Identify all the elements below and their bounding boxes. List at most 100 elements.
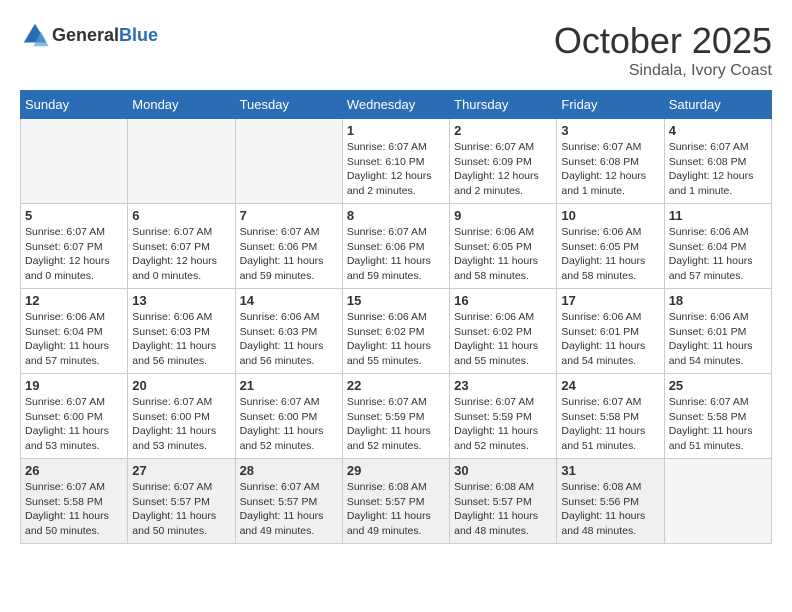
day-number: 5	[25, 208, 123, 223]
day-info: Sunrise: 6:06 AMSunset: 6:01 PMDaylight:…	[669, 310, 767, 369]
day-number: 18	[669, 293, 767, 308]
calendar-day-cell: 9 Sunrise: 6:06 AMSunset: 6:05 PMDaylight…	[450, 204, 557, 289]
calendar-week-row: 5 Sunrise: 6:07 AMSunset: 6:07 PMDaylight…	[21, 204, 772, 289]
calendar-day-cell: 26Sunrise: 6:07 AMSunset: 5:58 PMDayligh…	[21, 459, 128, 544]
calendar-day-cell: 16 Sunrise: 6:06 AMSunset: 6:02 PMDayligh…	[450, 289, 557, 374]
calendar-day-cell: 11 Sunrise: 6:06 AMSunset: 6:04 PMDayligh…	[664, 204, 771, 289]
day-number: 31	[561, 463, 659, 478]
calendar-day-cell	[128, 119, 235, 204]
day-info: Sunrise: 6:07 AMSunset: 6:00 PMDaylight:…	[132, 395, 230, 454]
day-info: Sunrise: 6:07 AMSunset: 6:10 PMDaylight:…	[347, 140, 445, 199]
day-info: Sunrise: 6:08 AMSunset: 5:57 PMDaylight:…	[454, 480, 552, 539]
day-number: 21	[240, 378, 338, 393]
calendar-day-cell: 22Sunrise: 6:07 AMSunset: 5:59 PMDayligh…	[342, 374, 449, 459]
calendar-day-cell: 28Sunrise: 6:07 AMSunset: 5:57 PMDayligh…	[235, 459, 342, 544]
calendar-day-cell: 14 Sunrise: 6:06 AMSunset: 6:03 PMDayligh…	[235, 289, 342, 374]
day-info: Sunrise: 6:06 AMSunset: 6:02 PMDaylight:…	[347, 310, 445, 369]
day-number: 20	[132, 378, 230, 393]
weekday-header: Wednesday	[342, 91, 449, 119]
location-title: Sindala, Ivory Coast	[554, 62, 772, 80]
calendar-day-cell: 8 Sunrise: 6:07 AMSunset: 6:06 PMDaylight…	[342, 204, 449, 289]
logo-general: General	[52, 25, 119, 45]
logo: GeneralBlue	[20, 20, 158, 50]
logo-blue: Blue	[119, 25, 158, 45]
day-info: Sunrise: 6:06 AMSunset: 6:03 PMDaylight:…	[240, 310, 338, 369]
day-number: 12	[25, 293, 123, 308]
calendar-day-cell: 12 Sunrise: 6:06 AMSunset: 6:04 PMDayligh…	[21, 289, 128, 374]
day-info: Sunrise: 6:06 AMSunset: 6:04 PMDaylight:…	[25, 310, 123, 369]
day-number: 8	[347, 208, 445, 223]
day-number: 10	[561, 208, 659, 223]
calendar-day-cell: 30 Sunrise: 6:08 AMSunset: 5:57 PMDayligh…	[450, 459, 557, 544]
calendar-day-cell	[21, 119, 128, 204]
calendar-day-cell	[235, 119, 342, 204]
day-info: Sunrise: 6:06 AMSunset: 6:02 PMDaylight:…	[454, 310, 552, 369]
calendar-table: SundayMondayTuesdayWednesdayThursdayFrid…	[20, 90, 772, 544]
weekday-header-row: SundayMondayTuesdayWednesdayThursdayFrid…	[21, 91, 772, 119]
day-number: 13	[132, 293, 230, 308]
day-number: 14	[240, 293, 338, 308]
month-title: October 2025	[554, 20, 772, 62]
day-number: 1	[347, 123, 445, 138]
day-info: Sunrise: 6:06 AMSunset: 6:04 PMDaylight:…	[669, 225, 767, 284]
calendar-day-cell: 10 Sunrise: 6:06 AMSunset: 6:05 PMDayligh…	[557, 204, 664, 289]
day-number: 27	[132, 463, 230, 478]
calendar-day-cell: 20 Sunrise: 6:07 AMSunset: 6:00 PMDayligh…	[128, 374, 235, 459]
weekday-header: Tuesday	[235, 91, 342, 119]
day-info: Sunrise: 6:06 AMSunset: 6:05 PMDaylight:…	[454, 225, 552, 284]
day-info: Sunrise: 6:08 AMSunset: 5:56 PMDaylight:…	[561, 480, 659, 539]
day-number: 17	[561, 293, 659, 308]
calendar-day-cell: 18 Sunrise: 6:06 AMSunset: 6:01 PMDayligh…	[664, 289, 771, 374]
calendar-day-cell: 31 Sunrise: 6:08 AMSunset: 5:56 PMDayligh…	[557, 459, 664, 544]
weekday-header: Thursday	[450, 91, 557, 119]
calendar-day-cell: 4 Sunrise: 6:07 AMSunset: 6:08 PMDaylight…	[664, 119, 771, 204]
logo-icon	[20, 20, 50, 50]
day-info: Sunrise: 6:07 AMSunset: 6:08 PMDaylight:…	[561, 140, 659, 199]
day-number: 28	[240, 463, 338, 478]
weekday-header: Saturday	[664, 91, 771, 119]
day-number: 16	[454, 293, 552, 308]
day-number: 30	[454, 463, 552, 478]
day-info: Sunrise: 6:07 AMSunset: 5:59 PMDaylight:…	[347, 395, 445, 454]
day-number: 23	[454, 378, 552, 393]
day-info: Sunrise: 6:07 AMSunset: 6:08 PMDaylight:…	[669, 140, 767, 199]
calendar-day-cell: 25 Sunrise: 6:07 AMSunset: 5:58 PMDayligh…	[664, 374, 771, 459]
calendar-day-cell: 6 Sunrise: 6:07 AMSunset: 6:07 PMDaylight…	[128, 204, 235, 289]
day-info: Sunrise: 6:07 AMSunset: 6:06 PMDaylight:…	[240, 225, 338, 284]
weekday-header: Monday	[128, 91, 235, 119]
calendar-day-cell: 24Sunrise: 6:07 AMSunset: 5:58 PMDayligh…	[557, 374, 664, 459]
day-number: 29	[347, 463, 445, 478]
calendar-day-cell: 23Sunrise: 6:07 AMSunset: 5:59 PMDayligh…	[450, 374, 557, 459]
day-info: Sunrise: 6:07 AMSunset: 5:58 PMDaylight:…	[25, 480, 123, 539]
calendar-week-row: 26Sunrise: 6:07 AMSunset: 5:58 PMDayligh…	[21, 459, 772, 544]
calendar-day-cell: 5 Sunrise: 6:07 AMSunset: 6:07 PMDaylight…	[21, 204, 128, 289]
day-number: 7	[240, 208, 338, 223]
day-number: 25	[669, 378, 767, 393]
calendar-day-cell: 7 Sunrise: 6:07 AMSunset: 6:06 PMDaylight…	[235, 204, 342, 289]
calendar-day-cell: 21 Sunrise: 6:07 AMSunset: 6:00 PMDayligh…	[235, 374, 342, 459]
calendar-day-cell: 27 Sunrise: 6:07 AMSunset: 5:57 PMDayligh…	[128, 459, 235, 544]
day-number: 6	[132, 208, 230, 223]
day-info: Sunrise: 6:06 AMSunset: 6:03 PMDaylight:…	[132, 310, 230, 369]
day-info: Sunrise: 6:07 AMSunset: 5:58 PMDaylight:…	[669, 395, 767, 454]
day-info: Sunrise: 6:07 AMSunset: 6:06 PMDaylight:…	[347, 225, 445, 284]
day-info: Sunrise: 6:07 AMSunset: 6:07 PMDaylight:…	[132, 225, 230, 284]
day-number: 4	[669, 123, 767, 138]
day-info: Sunrise: 6:08 AMSunset: 5:57 PMDaylight:…	[347, 480, 445, 539]
calendar-week-row: 19 Sunrise: 6:07 AMSunset: 6:00 PMDayligh…	[21, 374, 772, 459]
day-number: 19	[25, 378, 123, 393]
calendar-week-row: 1 Sunrise: 6:07 AMSunset: 6:10 PMDaylight…	[21, 119, 772, 204]
calendar-day-cell: 15Sunrise: 6:06 AMSunset: 6:02 PMDayligh…	[342, 289, 449, 374]
calendar-day-cell	[664, 459, 771, 544]
weekday-header: Sunday	[21, 91, 128, 119]
day-number: 11	[669, 208, 767, 223]
day-info: Sunrise: 6:07 AMSunset: 5:57 PMDaylight:…	[132, 480, 230, 539]
day-info: Sunrise: 6:07 AMSunset: 6:09 PMDaylight:…	[454, 140, 552, 199]
day-info: Sunrise: 6:06 AMSunset: 6:05 PMDaylight:…	[561, 225, 659, 284]
day-number: 9	[454, 208, 552, 223]
calendar-day-cell: 29 Sunrise: 6:08 AMSunset: 5:57 PMDayligh…	[342, 459, 449, 544]
calendar-day-cell: 3Sunrise: 6:07 AMSunset: 6:08 PMDaylight…	[557, 119, 664, 204]
day-info: Sunrise: 6:07 AMSunset: 6:07 PMDaylight:…	[25, 225, 123, 284]
day-number: 24	[561, 378, 659, 393]
day-info: Sunrise: 6:07 AMSunset: 6:00 PMDaylight:…	[240, 395, 338, 454]
